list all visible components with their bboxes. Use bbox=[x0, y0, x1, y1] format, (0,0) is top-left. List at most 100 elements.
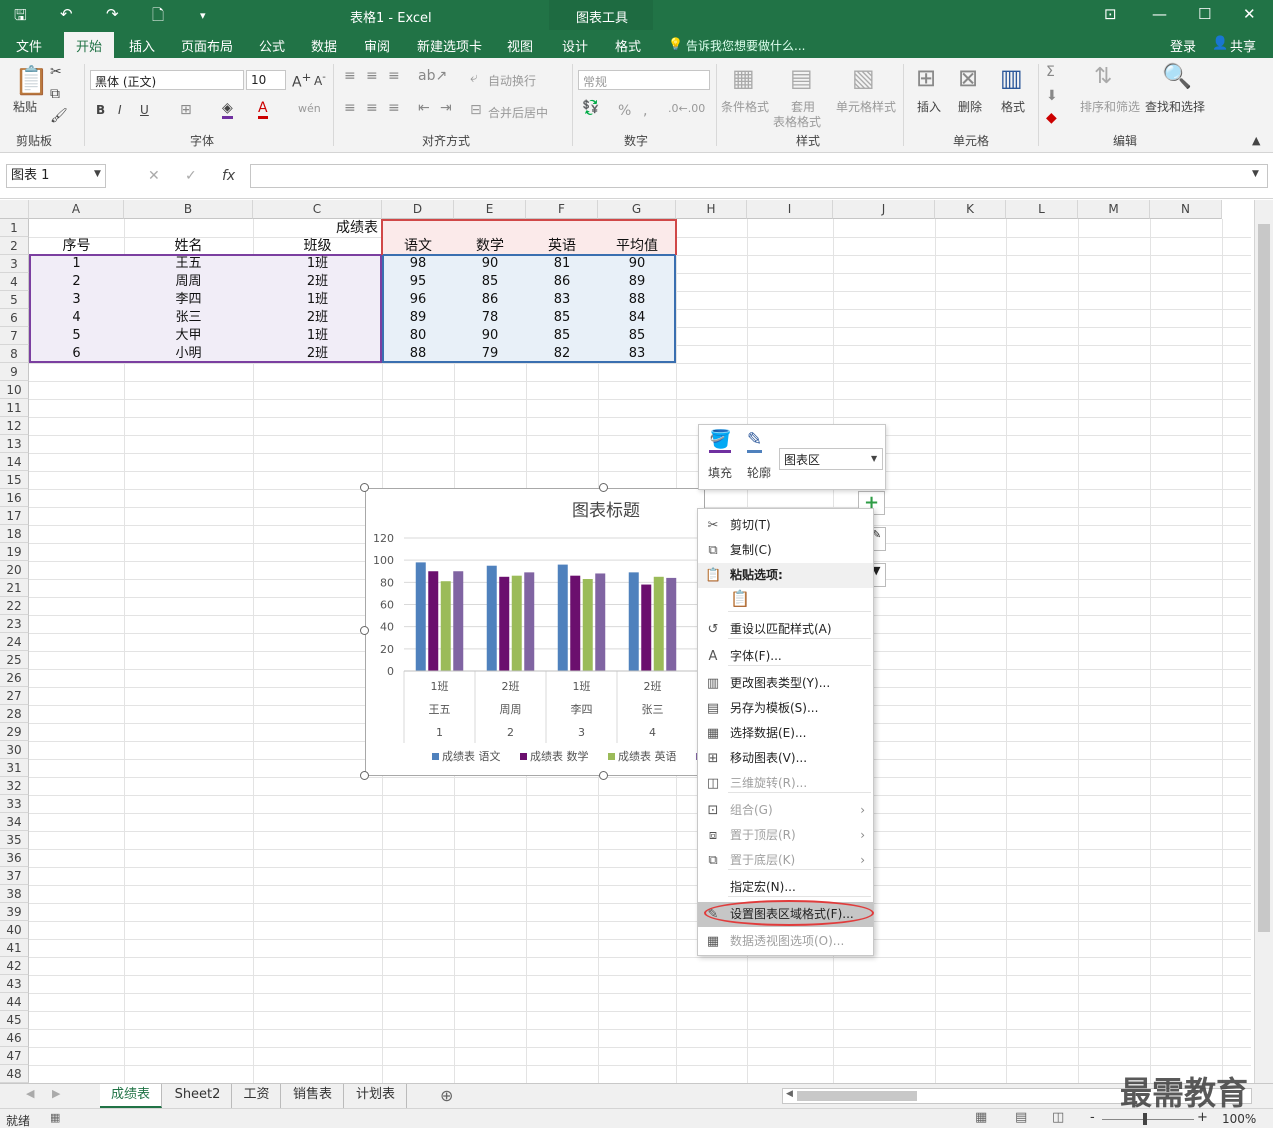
column-header-c[interactable]: C bbox=[253, 200, 382, 219]
column-header-m[interactable]: M bbox=[1078, 200, 1150, 219]
menu-item-template[interactable]: ▤ 另存为模板(S)... bbox=[698, 696, 873, 721]
conditional-format-icon[interactable]: ▦ bbox=[732, 64, 755, 92]
paste-icon[interactable]: 📋 bbox=[14, 64, 49, 97]
column-header-h[interactable]: H bbox=[676, 200, 747, 219]
resize-handle[interactable] bbox=[360, 771, 369, 780]
copy-icon[interactable]: ⧉ bbox=[50, 86, 60, 102]
row-header-32[interactable]: 32 bbox=[0, 777, 29, 795]
formula-input[interactable] bbox=[250, 164, 1268, 188]
data-cell[interactable]: 张三 bbox=[124, 309, 253, 327]
tab-home[interactable]: 开始 bbox=[64, 32, 115, 58]
row-header-26[interactable]: 26 bbox=[0, 669, 29, 687]
redo-icon[interactable]: ↷ bbox=[106, 5, 119, 23]
data-cell[interactable]: 80 bbox=[382, 327, 454, 345]
font-name-select[interactable]: 黑体 (正文) bbox=[90, 70, 244, 90]
data-cell[interactable]: 5 bbox=[29, 327, 124, 345]
column-header-d[interactable]: D bbox=[382, 200, 454, 219]
font-size-select[interactable]: 10 bbox=[246, 70, 286, 90]
normal-view-icon[interactable]: ▦ bbox=[975, 1110, 987, 1125]
maximize-icon[interactable]: ☐ bbox=[1198, 5, 1211, 23]
data-cell[interactable]: 王五 bbox=[124, 255, 253, 273]
data-cell[interactable]: 79 bbox=[454, 345, 526, 363]
outline-pen-icon[interactable]: ✎ bbox=[747, 429, 763, 453]
hscroll-left-icon[interactable]: ◀ bbox=[786, 1089, 793, 1099]
row-header-28[interactable]: 28 bbox=[0, 705, 29, 723]
fill-bucket-icon[interactable]: 🪣 bbox=[709, 429, 732, 453]
cancel-icon[interactable]: ✕ bbox=[148, 168, 160, 184]
header-cell[interactable]: 英语 bbox=[526, 237, 598, 255]
chart-element-select[interactable]: 图表区 bbox=[779, 448, 883, 470]
resize-handle[interactable] bbox=[360, 626, 369, 635]
autosum-icon[interactable]: Σ bbox=[1046, 64, 1055, 80]
tab-new[interactable]: 新建选项卡 bbox=[417, 36, 482, 55]
percent-button[interactable]: % bbox=[618, 103, 631, 119]
comma-button[interactable]: , bbox=[643, 103, 647, 119]
data-cell[interactable]: 83 bbox=[598, 345, 676, 363]
data-cell[interactable]: 82 bbox=[526, 345, 598, 363]
fill-color-icon[interactable]: ◈ bbox=[222, 100, 233, 119]
column-header-n[interactable]: N bbox=[1150, 200, 1222, 219]
qat-customize-icon[interactable]: ▾ bbox=[200, 9, 206, 22]
align-center-icon[interactable]: ≡ bbox=[366, 100, 378, 116]
resize-handle[interactable] bbox=[599, 483, 608, 492]
paste-button[interactable]: 粘贴 bbox=[13, 98, 37, 115]
column-header-j[interactable]: J bbox=[833, 200, 935, 219]
column-header-b[interactable]: B bbox=[124, 200, 253, 219]
align-right-icon[interactable]: ≡ bbox=[388, 100, 400, 116]
row-header-27[interactable]: 27 bbox=[0, 687, 29, 705]
data-cell[interactable]: 周周 bbox=[124, 273, 253, 291]
row-header-46[interactable]: 46 bbox=[0, 1029, 29, 1047]
share-button[interactable]: 共享 bbox=[1230, 36, 1256, 55]
sheet-tab-2[interactable]: Sheet2 bbox=[164, 1084, 232, 1108]
header-cell[interactable]: 平均值 bbox=[598, 237, 676, 255]
header-cell[interactable]: 姓名 bbox=[124, 237, 253, 255]
column-header-i[interactable]: I bbox=[747, 200, 833, 219]
data-cell[interactable]: 90 bbox=[454, 255, 526, 273]
zoom-level[interactable]: 100% bbox=[1222, 1112, 1256, 1126]
data-cell[interactable]: 4 bbox=[29, 309, 124, 327]
tab-format[interactable]: 格式 bbox=[615, 36, 641, 55]
format-painter-icon[interactable]: 🖌 bbox=[50, 108, 68, 124]
font-color-icon[interactable]: A bbox=[258, 100, 268, 119]
row-header-16[interactable]: 16 bbox=[0, 489, 29, 507]
delete-cells-button[interactable]: 删除 bbox=[958, 98, 982, 115]
currency-icon[interactable]: 💱 bbox=[582, 100, 599, 116]
data-cell[interactable]: 2班 bbox=[253, 345, 382, 363]
data-cell[interactable]: 85 bbox=[526, 309, 598, 327]
align-middle-icon[interactable]: ≡ bbox=[366, 68, 378, 84]
hscroll-thumb[interactable] bbox=[797, 1091, 917, 1101]
format-cells-button[interactable]: 格式 bbox=[1001, 98, 1025, 115]
data-cell[interactable]: 2 bbox=[29, 273, 124, 291]
insert-cells-icon[interactable]: ⊞ bbox=[916, 64, 936, 92]
increase-indent-icon[interactable]: ⇥ bbox=[440, 100, 452, 116]
data-cell[interactable]: 1班 bbox=[253, 255, 382, 273]
row-header-30[interactable]: 30 bbox=[0, 741, 29, 759]
macro-record-icon[interactable]: ▦ bbox=[50, 1111, 60, 1124]
fill-icon[interactable]: ⬇ bbox=[1046, 88, 1058, 104]
cut-icon[interactable]: ✂ bbox=[50, 64, 62, 80]
column-header-g[interactable]: G bbox=[598, 200, 676, 219]
cell-styles-button[interactable]: 单元格样式 bbox=[836, 98, 896, 115]
zoom-slider-thumb[interactable] bbox=[1143, 1113, 1147, 1125]
border-icon[interactable]: ⊞ bbox=[180, 102, 192, 118]
align-left-icon[interactable]: ≡ bbox=[344, 100, 356, 116]
decrease-indent-icon[interactable]: ⇤ bbox=[418, 100, 430, 116]
row-header-20[interactable]: 20 bbox=[0, 561, 29, 579]
menu-item-copy[interactable]: ⧉ 复制(C) bbox=[698, 538, 873, 563]
data-cell[interactable]: 90 bbox=[598, 255, 676, 273]
row-header-10[interactable]: 10 bbox=[0, 381, 29, 399]
row-header-2[interactable]: 2 bbox=[0, 237, 29, 255]
row-header-11[interactable]: 11 bbox=[0, 399, 29, 417]
data-cell[interactable]: 88 bbox=[598, 291, 676, 309]
tab-file[interactable]: 文件 bbox=[16, 36, 42, 55]
chart-filters-button[interactable]: ▼ bbox=[872, 563, 886, 587]
header-cell[interactable]: 班级 bbox=[253, 237, 382, 255]
row-header-14[interactable]: 14 bbox=[0, 453, 29, 471]
row-header-35[interactable]: 35 bbox=[0, 831, 29, 849]
row-header-45[interactable]: 45 bbox=[0, 1011, 29, 1029]
data-cell[interactable]: 86 bbox=[454, 291, 526, 309]
data-cell[interactable]: 89 bbox=[598, 273, 676, 291]
grow-font-icon[interactable]: A+ bbox=[292, 70, 311, 91]
tab-insert[interactable]: 插入 bbox=[129, 36, 155, 55]
header-cell[interactable]: 语文 bbox=[382, 237, 454, 255]
